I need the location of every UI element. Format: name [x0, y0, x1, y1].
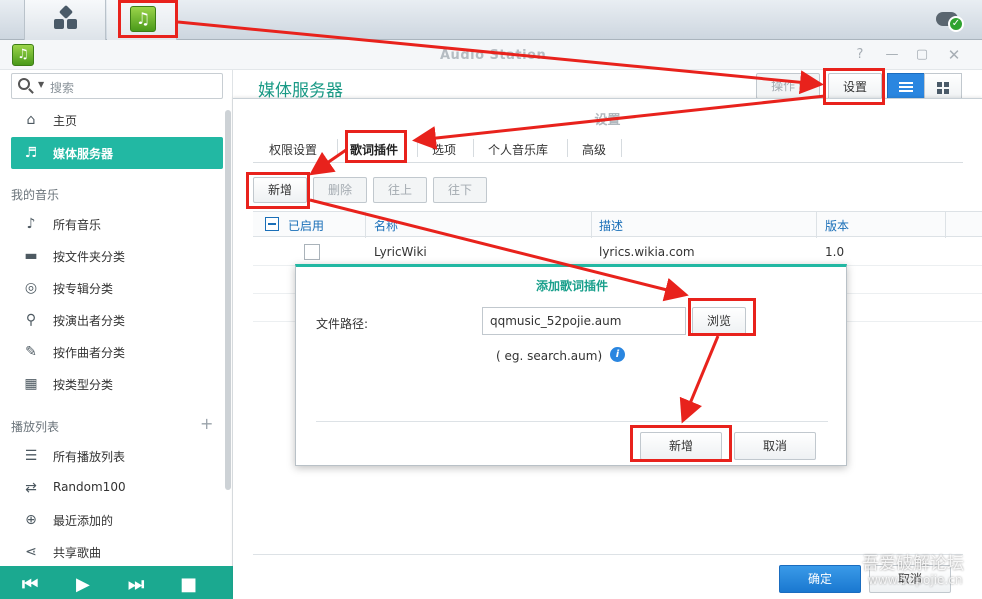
sidebar: ▼ 搜索 ⌂ 主页 ♬ 媒体服务器 我的音乐 ♪ 所有音乐 ▬ 按文件夹分类 ◎…	[0, 70, 233, 599]
add-playlist-icon[interactable]: +	[200, 414, 213, 433]
share-icon: ⋖	[25, 544, 37, 560]
main-menu-button[interactable]	[24, 0, 106, 40]
close-icon[interactable]: ✕	[946, 47, 962, 63]
tab-advanced[interactable]: 高级	[582, 141, 606, 158]
player-controls: ⏮ ▶ ⏭ ■	[0, 566, 233, 599]
search-input[interactable]: ▼ 搜索	[11, 73, 223, 99]
sidebar-item-by-artist[interactable]: ⚲ 按演出者分类	[11, 304, 223, 336]
sidebar-item-random100[interactable]: ⇄ Random100	[11, 472, 223, 504]
cloud-sync-status-icon[interactable]: ✓	[936, 8, 966, 34]
info-icon[interactable]: i	[610, 347, 625, 362]
action-button[interactable]: 操作 ▾	[756, 73, 820, 99]
column-version[interactable]: 版本	[825, 217, 849, 234]
plugin-table-header: 已启用 名称 描述 版本	[253, 211, 982, 238]
album-icon: ◎	[24, 280, 38, 296]
column-description[interactable]: 描述	[599, 217, 623, 234]
genre-icon: ▦	[24, 376, 38, 392]
annotation-box-confirm	[630, 425, 732, 462]
sidebar-item-by-composer[interactable]: ✎ 按作曲者分类	[11, 336, 223, 368]
next-track-icon[interactable]: ⏭	[128, 574, 144, 595]
move-up-button[interactable]: 往上	[373, 177, 427, 203]
footer-divider	[253, 554, 963, 555]
tab-personal-library[interactable]: 个人音乐库	[488, 141, 548, 158]
file-path-label: 文件路径:	[316, 317, 369, 331]
annotation-box-settings	[823, 68, 885, 105]
file-path-input[interactable]: qqmusic_52pojie.aum	[482, 307, 686, 335]
stop-icon[interactable]: ■	[180, 574, 197, 595]
home-icon: ⌂	[26, 112, 36, 128]
ok-button[interactable]: 确定	[779, 565, 861, 593]
annotation-box-browse	[688, 298, 756, 336]
window-title: Audio Station	[440, 48, 547, 63]
composer-icon: ✎	[25, 344, 37, 360]
folder-icon: ▬	[24, 248, 38, 264]
file-path-hint: ( eg. search.aum)	[496, 349, 603, 363]
watermark-url: www.52pojie.cn	[868, 573, 963, 587]
select-all-checkbox[interactable]	[265, 217, 279, 231]
add-lyrics-plugin-dialog: 添加歌词插件 文件路径: qqmusic_52pojie.aum 浏览 ( eg…	[295, 264, 847, 466]
tab-permissions[interactable]: 权限设置	[269, 141, 317, 158]
annotation-box-app	[118, 0, 178, 38]
play-icon[interactable]: ▶	[76, 574, 90, 595]
music-note-icon: ♪	[26, 216, 36, 232]
grid-view-icon	[937, 82, 949, 94]
row-version: 1.0	[825, 245, 845, 259]
column-name[interactable]: 名称	[374, 217, 398, 234]
add-circle-icon: ⊕	[25, 512, 37, 528]
annotation-box-add	[246, 172, 310, 209]
sidebar-item-all-music[interactable]: ♪ 所有音乐	[11, 208, 223, 240]
dialog-cancel-button[interactable]: 取消	[734, 432, 816, 460]
previous-track-icon[interactable]: ⏮	[22, 574, 38, 595]
search-placeholder: 搜索	[50, 81, 75, 95]
sidebar-item-shared-songs[interactable]: ⋖ 共享歌曲	[11, 536, 223, 568]
search-icon	[18, 78, 30, 90]
chevron-down-icon: ▼	[38, 80, 45, 89]
row-description: lyrics.wikia.com	[599, 245, 695, 259]
sidebar-item-recently-added[interactable]: ⊕ 最近添加的	[11, 504, 223, 536]
move-down-button[interactable]: 往下	[433, 177, 487, 203]
maximize-icon[interactable]: ▢	[914, 47, 930, 63]
table-row[interactable]: LyricWiki lyrics.wikia.com 1.0	[253, 238, 982, 266]
shuffle-icon: ⇄	[25, 480, 37, 496]
sidebar-item-by-folder[interactable]: ▬ 按文件夹分类	[11, 240, 223, 272]
help-icon[interactable]: ?	[852, 47, 868, 63]
sidebar-item-by-album[interactable]: ◎ 按专辑分类	[11, 272, 223, 304]
sidebar-scrollbar[interactable]	[225, 110, 231, 490]
window-titlebar: ♫ Audio Station ? — ▢ ✕	[0, 40, 982, 70]
screenshot-root: ♫ ✓ ♫ Audio Station ? — ▢ ✕ ▼ 搜索 ⌂ 主页 ♬	[0, 0, 982, 599]
tab-options[interactable]: 选项	[432, 141, 456, 158]
sidebar-item-media-server[interactable]: ♬ 媒体服务器	[11, 137, 223, 169]
watermark-text: 吾爱破解论坛	[862, 554, 964, 574]
minimize-icon[interactable]: —	[884, 47, 900, 63]
add-plugin-dialog-title: 添加歌词插件	[535, 279, 608, 293]
row-name: LyricWiki	[374, 245, 427, 259]
grid-view-button[interactable]	[924, 73, 962, 101]
column-enabled[interactable]: 已启用	[288, 217, 324, 234]
sidebar-item-all-playlists[interactable]: ☰ 所有播放列表	[11, 440, 223, 472]
playlist-icon: ☰	[24, 448, 38, 464]
sidebar-item-by-genre[interactable]: ▦ 按类型分类	[11, 368, 223, 400]
section-playlists: 播放列表	[11, 420, 60, 434]
dialog-divider	[316, 421, 828, 422]
annotation-box-lyrics-tab	[345, 130, 407, 163]
row-enabled-checkbox[interactable]	[304, 244, 320, 260]
delete-plugin-button[interactable]: 删除	[313, 177, 367, 203]
media-server-icon: ♬	[24, 145, 38, 161]
main-menu-icon	[54, 4, 78, 31]
settings-dialog-title: 设置	[594, 113, 621, 128]
list-view-button[interactable]	[887, 73, 925, 101]
microphone-icon: ⚲	[25, 312, 37, 328]
list-view-icon	[899, 82, 913, 92]
sidebar-item-home[interactable]: ⌂ 主页	[11, 104, 223, 136]
window-app-icon: ♫	[12, 44, 34, 66]
section-my-music: 我的音乐	[11, 188, 60, 202]
